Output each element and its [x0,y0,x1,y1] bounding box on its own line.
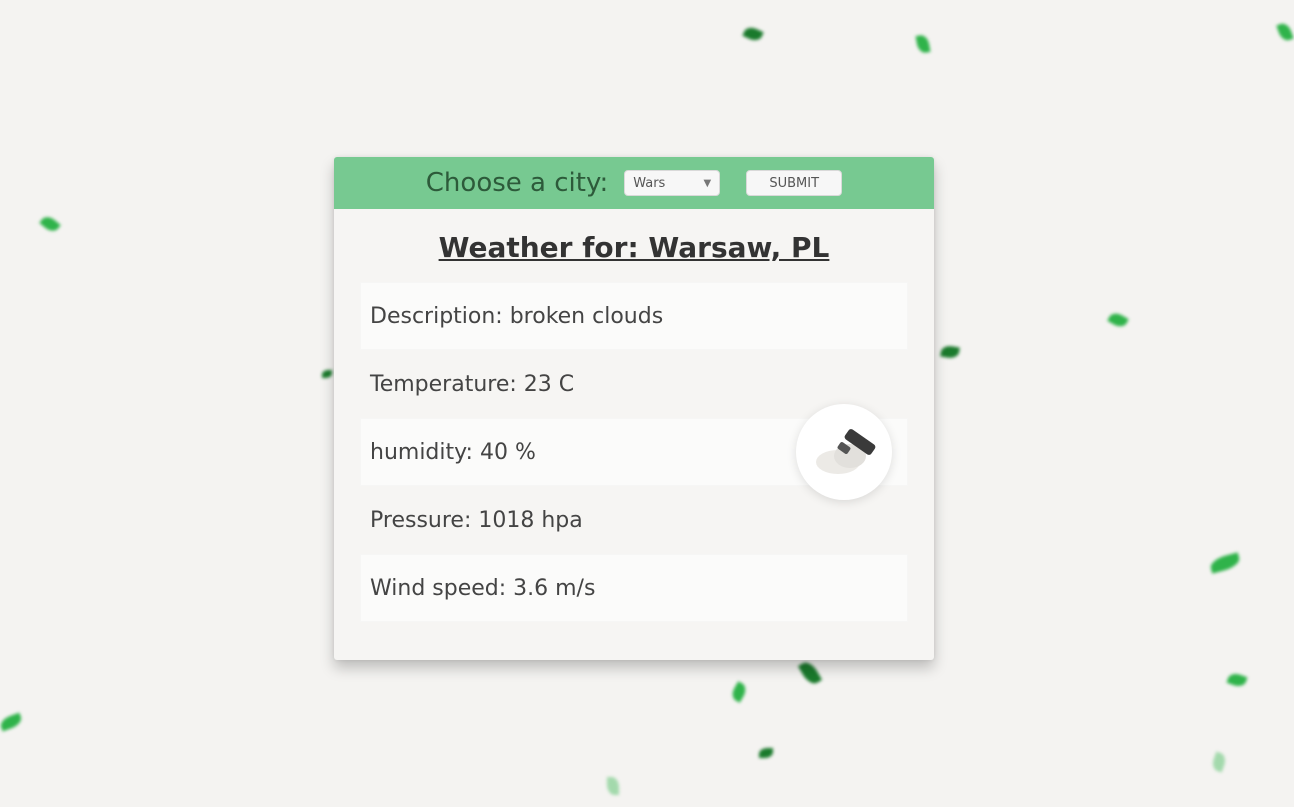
submit-button-label: SUBMIT [769,175,820,191]
weather-card: Choose a city: Wars ▼ SUBMIT Weather for… [334,157,934,660]
leaf-decoration [1107,310,1129,330]
leaf-decoration [1208,552,1242,574]
submit-button[interactable]: SUBMIT [746,170,843,196]
leaf-decoration [759,748,773,758]
chevron-down-icon: ▼ [703,177,712,189]
broken-clouds-icon [796,404,892,500]
leaf-decoration [1226,671,1248,689]
leaf-decoration [1276,21,1294,43]
leaf-decoration [0,712,24,732]
leaf-decoration [915,34,931,54]
leaf-decoration [797,659,823,687]
choose-city-label: Choose a city: [425,168,609,198]
leaf-decoration [940,344,960,360]
leaf-decoration [39,213,61,235]
leaf-decoration [742,24,764,44]
wind-speed-row: Wind speed: 3.6 m/s [360,554,908,622]
city-select-value: Wars [633,175,666,191]
description-row: Description: broken clouds [360,282,908,350]
city-select[interactable]: Wars ▼ [624,170,721,196]
page-background: Choose a city: Wars ▼ SUBMIT Weather for… [0,0,1294,807]
leaf-decoration [1210,751,1228,773]
leaf-decoration [729,681,749,703]
city-picker-bar: Choose a city: Wars ▼ SUBMIT [334,157,934,209]
leaf-decoration [607,777,619,795]
weather-title: Weather for: Warsaw, PL [438,231,830,264]
leaf-decoration [322,370,332,378]
weather-details: Description: broken clouds Temperature: … [360,282,908,622]
